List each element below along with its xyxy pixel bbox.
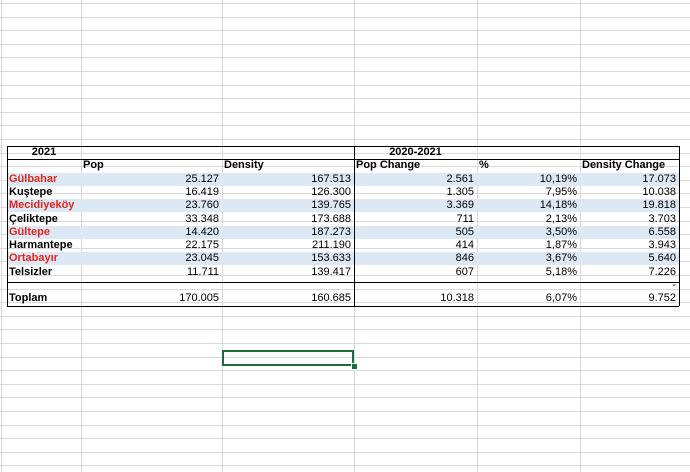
cell-pop[interactable]: 23.045 [81,252,222,265]
cell-density[interactable]: 126.300 [222,186,354,199]
cell-density-change[interactable]: 3.703 [580,213,679,226]
total-density: 160.685 [311,292,351,304]
cell-density-change[interactable]: 10.038 [580,186,679,199]
table-right-border [679,146,680,306]
period-left-border [354,146,355,306]
cell-density-change[interactable]: 17.073 [580,173,679,186]
cell-density-change[interactable]: 7.226 [580,266,679,279]
total-pop: 170.005 [179,292,219,304]
cell-pop[interactable]: 22.175 [81,239,222,252]
cell-density-change[interactable]: 5.640 [580,252,679,265]
fill-handle[interactable] [351,363,358,370]
cell-density[interactable]: 173.688 [222,213,354,226]
cell-pop-change[interactable]: 2.561 [354,173,477,186]
cell-pop-change[interactable]: 414 [354,239,477,252]
neighborhood-name[interactable]: Telsizler [7,266,81,279]
data-table: 2021 2020-2021 Pop Density Pop Change% Densit… [0,0,690,472]
cell-density[interactable]: 153.633 [222,252,354,265]
cell-pop[interactable]: 25.127 [81,173,222,186]
cell-percent[interactable]: 2,13% [477,213,580,226]
column-header-density: Density [224,159,264,171]
year-header: 2021 [31,146,57,158]
cell-percent[interactable]: 10,19% [477,173,580,186]
cell-pop-change[interactable]: 3.369 [354,199,477,212]
total-percent: 6,07% [545,292,577,304]
cell-percent[interactable]: 3,50% [477,226,580,239]
cell-density-change[interactable]: 3.943 [580,239,679,252]
neighborhood-name[interactable]: Kuştepe [7,186,81,199]
cell-density-change[interactable]: 19.818 [580,199,679,212]
header-divider [7,159,679,160]
neighborhood-name[interactable]: Mecidiyeköy [7,199,81,212]
cell-percent[interactable]: 3,67% [477,252,580,265]
neighborhood-name[interactable]: Çeliktepe [7,213,81,226]
column-header-pop-change: Pop Change [356,159,421,171]
cell-percent[interactable]: 1,87% [477,239,580,252]
cell-density-change[interactable]: 6.558 [580,226,679,239]
neighborhood-name[interactable]: Harmantepe [7,239,81,252]
cell-pop-change[interactable]: 846 [354,252,477,265]
neighborhood-name[interactable]: Gültepe [7,226,81,239]
column-header-pop: Pop [83,159,104,171]
total-pop-change: 10.318 [440,292,474,304]
cell-pop-change[interactable]: 711 [354,213,477,226]
cell-percent[interactable]: 5,18% [477,266,580,279]
cell-density[interactable]: 167.513 [222,173,354,186]
neighborhood-name[interactable]: Ortabayır [7,252,81,265]
cell-density[interactable]: 139.765 [222,199,354,212]
selected-cell[interactable] [222,350,354,366]
table-top-border [7,146,679,147]
spacer-dash: - [672,279,676,291]
cell-density[interactable]: 139.417 [222,266,354,279]
cell-density[interactable]: 187.273 [222,226,354,239]
column-header-percent: % [479,159,489,171]
cell-pop[interactable]: 11.711 [81,266,222,279]
cell-density[interactable]: 211.190 [222,239,354,252]
cell-pop[interactable]: 16.419 [81,186,222,199]
cell-pop[interactable]: 33.348 [81,213,222,226]
cell-pop-change[interactable]: 1.305 [354,186,477,199]
cell-percent[interactable]: 7,95% [477,186,580,199]
table-left-border [7,146,8,306]
cell-pop[interactable]: 14.420 [81,226,222,239]
column-header-density-change: Density Change [582,159,666,171]
cell-pop[interactable]: 23.760 [81,199,222,212]
cell-pop-change[interactable]: 607 [354,266,477,279]
cell-pop-change[interactable]: 505 [354,226,477,239]
total-divider [7,282,679,283]
neighborhood-name[interactable]: Gülbahar [7,173,81,186]
period-header: 2020-2021 [389,146,442,158]
total-density-change: 9.752 [648,292,676,304]
table-bottom-border [7,306,679,307]
total-label: Toplam [9,292,48,304]
cell-percent[interactable]: 14,18% [477,199,580,212]
